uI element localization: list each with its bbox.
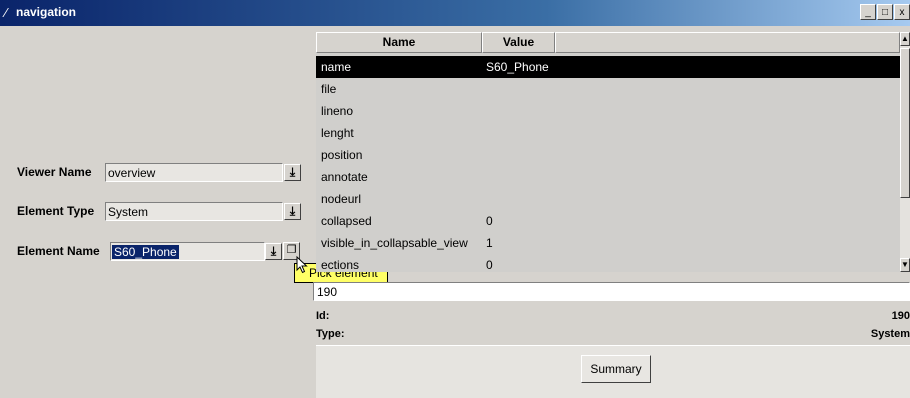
element-type-label: Element Type [17,204,95,218]
table-vertical-scrollbar[interactable]: ▲ ▼ [900,32,910,272]
row-name-cell: file [321,82,337,96]
row-name-cell: visible_in_collapsable_view [321,236,468,250]
row-name-cell: collapsed [321,214,372,228]
row-name-cell: name [321,60,352,74]
summary-button[interactable]: Summary [581,355,651,383]
table-row[interactable]: visible_in_collapsable_view 1 [316,232,900,254]
id-value: 190 [891,310,910,322]
maximize-button[interactable]: □ [877,4,893,20]
down-arrow-icon: ⤓ [289,165,296,179]
column-header-value[interactable]: Value [482,32,555,53]
table-row[interactable]: lineno [316,100,900,122]
row-value-cell: 0 [486,258,493,272]
row-name-cell: nodeurl [321,192,362,206]
row-name-cell: annotate [321,170,368,184]
viewer-name-dropdown-button[interactable]: ⤓ [284,164,301,181]
element-name-field[interactable]: S60_Phone [110,242,265,261]
table-row[interactable]: position [316,144,900,166]
type-label: Type: [316,328,345,340]
element-type-dropdown-button[interactable]: ⤓ [284,203,301,220]
row-name-cell: position [321,148,363,162]
viewer-name-field[interactable]: overview [105,163,283,182]
title-bar: ∕ navigation _ □ x [0,0,910,26]
column-header-name[interactable]: Name [316,32,482,53]
element-name-dropdown-button[interactable]: ⤓ [265,243,282,260]
table-row[interactable]: annotate [316,166,900,188]
table-row[interactable]: lenght [316,122,900,144]
table-row[interactable]: ections 0 [316,254,900,272]
element-name-label: Element Name [17,244,100,258]
summary-panel: Summary [316,345,910,398]
row-name-cell: lineno [321,104,354,118]
row-value-cell: 1 [486,236,493,250]
column-header-empty [555,32,900,53]
scroll-down-arrow-icon[interactable]: ▼ [900,258,910,272]
close-button[interactable]: x [894,4,910,20]
row-value-cell: 0 [486,214,493,228]
type-value: System [870,328,910,340]
row-name-cell: ections [321,258,360,272]
app-icon: ∕ [5,5,8,20]
mouse-pointer-icon [296,256,308,274]
viewer-name-label: Viewer Name [17,165,92,179]
window-title: navigation [16,5,77,19]
pick-element-icon: ❐ [286,244,297,256]
id-label: Id: [316,310,330,322]
element-type-field[interactable]: System [105,202,283,221]
table-row[interactable]: name S60_Phone [316,56,900,78]
row-value-cell: S60_Phone [486,60,549,74]
scroll-thumb[interactable] [900,48,910,198]
row-name-cell: lenght [321,126,354,140]
table-row[interactable]: nodeurl [316,188,900,210]
down-arrow-icon: ⤓ [270,244,277,258]
table-row[interactable]: file [316,78,900,100]
table-header: Name Value [316,32,900,53]
table-row[interactable]: collapsed 0 [316,210,900,232]
down-arrow-icon: ⤓ [289,204,296,218]
minimize-button[interactable]: _ [860,4,876,20]
id-input[interactable]: 190 [313,282,910,301]
properties-table[interactable]: Name Value name S60_Phonefile lineno lenght… [316,32,900,272]
scroll-up-arrow-icon[interactable]: ▲ [900,32,910,46]
